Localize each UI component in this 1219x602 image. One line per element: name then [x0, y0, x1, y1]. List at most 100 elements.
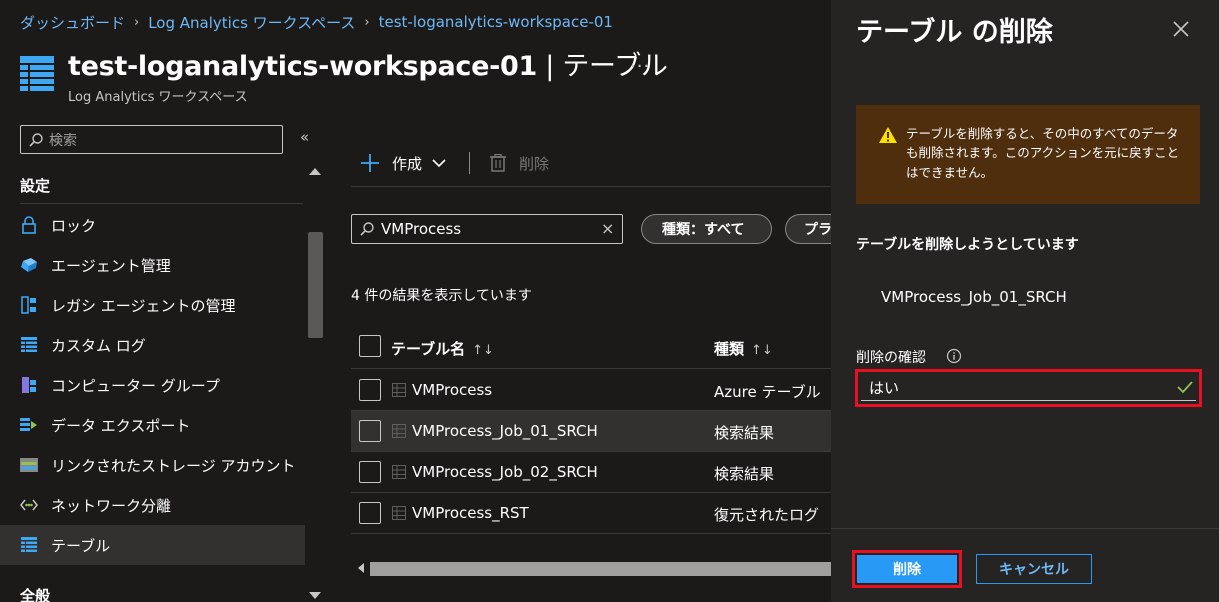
column-header-label: テーブル名	[391, 340, 466, 358]
chevron-right-icon: ›	[134, 14, 140, 30]
divider	[351, 186, 831, 187]
row-checkbox[interactable]	[359, 502, 381, 524]
page-title-main: test-loganalytics-workspace-01	[68, 51, 537, 82]
breadcrumb-workspace[interactable]: test-loganalytics-workspace-01	[379, 13, 613, 31]
sidebar-item-linked-storage[interactable]: リンクされたストレージ アカウント	[0, 445, 305, 485]
toolbar-separator	[469, 152, 470, 174]
sidebar-item-legacy-agent[interactable]: レガシ エージェントの管理	[0, 285, 305, 325]
result-count: 4 件の結果を表示しています	[351, 288, 532, 304]
table-grid-icon	[392, 506, 406, 520]
sidebar-item-label: ネットワーク分離	[51, 496, 172, 515]
table-name-cell[interactable]: VMProcess	[412, 381, 492, 399]
create-label: 作成	[392, 154, 423, 173]
table-grid-icon	[392, 465, 406, 479]
chevron-right-icon: ›	[364, 14, 370, 30]
row-checkbox[interactable]	[359, 379, 381, 401]
sidebar-item-computer-group[interactable]: コンピューター グループ	[0, 365, 305, 405]
info-icon[interactable]	[946, 348, 962, 364]
select-all-checkbox[interactable]	[359, 335, 381, 357]
table-type-cell: 復元されたログ	[714, 506, 820, 524]
sidebar-search-input[interactable]: 検索	[20, 125, 283, 154]
toolbar-delete-label: 削除	[519, 154, 550, 173]
sort-icon: ↑↓	[472, 343, 494, 358]
warning-message: テーブルを削除すると、その中のすべてのデータも削除されます。このアクションを元に…	[856, 105, 1200, 204]
search-icon	[29, 132, 43, 147]
column-header-name[interactable]: テーブル名 ↑↓	[391, 338, 494, 359]
plus-icon	[361, 154, 379, 172]
toolbar-delete-button[interactable]: 削除	[490, 150, 549, 176]
warning-icon	[879, 127, 897, 143]
sidebar-scrollbar[interactable]	[305, 162, 325, 602]
table-type-cell: 検索結果	[714, 424, 775, 442]
lock-icon	[20, 216, 38, 234]
custom-log-icon	[20, 336, 38, 354]
sidebar-item-label: ロック	[51, 216, 97, 235]
nav-section-general: 全般	[20, 587, 51, 602]
sidebar-item-label: テーブル	[51, 536, 111, 555]
sidebar-item-label: レガシ エージェントの管理	[51, 296, 236, 315]
storage-icon	[20, 456, 38, 474]
table-to-delete-name: VMProcess_Job_01_SRCH	[881, 288, 1067, 306]
sidebar-item-label: エージェント管理	[51, 256, 171, 275]
scroll-down-arrow-icon[interactable]	[309, 592, 321, 599]
sidebar-item-label: データ エクスポート	[51, 416, 191, 435]
cancel-button[interactable]: キャンセル	[976, 554, 1092, 584]
trash-icon	[490, 154, 506, 172]
agent-icon	[20, 256, 38, 274]
sidebar-item-label: カスタム ログ	[51, 336, 146, 355]
scroll-up-arrow-icon[interactable]	[309, 168, 321, 175]
scroll-left-arrow-icon[interactable]	[358, 563, 364, 573]
delete-button[interactable]: 削除	[852, 550, 962, 588]
row-checkbox[interactable]	[359, 420, 381, 442]
breadcrumb-dashboard[interactable]: ダッシュボード	[20, 12, 125, 33]
type-filter-pill[interactable]: 種類：すべて	[641, 214, 772, 244]
chevron-down-icon	[432, 158, 446, 167]
breadcrumb-workspaces[interactable]: Log Analytics ワークスペース	[148, 12, 355, 33]
network-icon	[20, 496, 38, 514]
plan-filter-pill[interactable]: プラン	[785, 214, 831, 244]
sidebar-scroll-thumb[interactable]	[308, 232, 323, 338]
table-grid-icon	[392, 383, 406, 397]
column-header-label: 種類	[714, 340, 745, 358]
sidebar-item-network-isolation[interactable]: ネットワーク分離	[0, 485, 305, 525]
page-title: test-loganalytics-workspace-01 | テーブル	[68, 44, 668, 83]
table-type-cell: Azure テーブル	[714, 383, 821, 401]
table-filter-input[interactable]: VMProcess	[351, 214, 623, 244]
divider	[20, 203, 303, 204]
collapse-sidebar-button[interactable]: «	[300, 128, 309, 146]
clear-filter-icon[interactable]: ×	[601, 219, 614, 238]
search-icon	[360, 222, 374, 236]
table-type-cell: 検索結果	[714, 465, 775, 483]
computer-group-icon	[20, 376, 38, 394]
row-checkbox[interactable]	[359, 461, 381, 483]
sidebar-item-label: リンクされたストレージ アカウント	[51, 456, 296, 475]
checkmark-icon	[1177, 381, 1193, 394]
sidebar-search-placeholder: 検索	[49, 132, 77, 149]
confirm-delete-input[interactable]: はい	[855, 369, 1202, 407]
more-options-button[interactable]: ···	[630, 56, 650, 77]
confirm-delete-value: はい	[861, 375, 1196, 401]
sidebar-item-data-export[interactable]: データ エクスポート	[0, 405, 305, 445]
create-button[interactable]: 作成	[360, 150, 446, 176]
table-grid-icon	[392, 424, 406, 438]
table-scroll-thumb[interactable]	[370, 562, 831, 576]
breadcrumb: ダッシュボード › Log Analytics ワークスペース › test-l…	[20, 12, 613, 32]
sidebar-item-lock[interactable]: ロック	[0, 205, 305, 245]
close-icon[interactable]	[1172, 20, 1190, 38]
sort-icon: ↑↓	[751, 343, 773, 358]
sidebar-item-label: コンピューター グループ	[51, 376, 220, 395]
sidebar-item-agent-management[interactable]: エージェント管理	[0, 245, 305, 285]
delete-button-label: 削除	[857, 555, 957, 583]
column-header-type[interactable]: 種類 ↑↓	[714, 338, 773, 359]
data-export-icon	[20, 416, 38, 434]
table-name-cell[interactable]: VMProcess_Job_02_SRCH	[412, 463, 598, 481]
warning-text: テーブルを削除すると、その中のすべてのデータも削除されます。このアクションを元に…	[906, 126, 1180, 180]
divider	[831, 528, 1219, 529]
table-name-cell[interactable]: VMProcess_Job_01_SRCH	[412, 422, 598, 440]
sidebar-item-table[interactable]: テーブル	[0, 525, 305, 565]
panel-title: テーブル の削除	[856, 17, 1053, 48]
table-icon	[20, 536, 38, 554]
sidebar-item-custom-log[interactable]: カスタム ログ	[0, 325, 305, 365]
table-name-cell[interactable]: VMProcess_RST	[412, 504, 529, 522]
page-subtitle: Log Analytics ワークスペース	[68, 90, 248, 105]
